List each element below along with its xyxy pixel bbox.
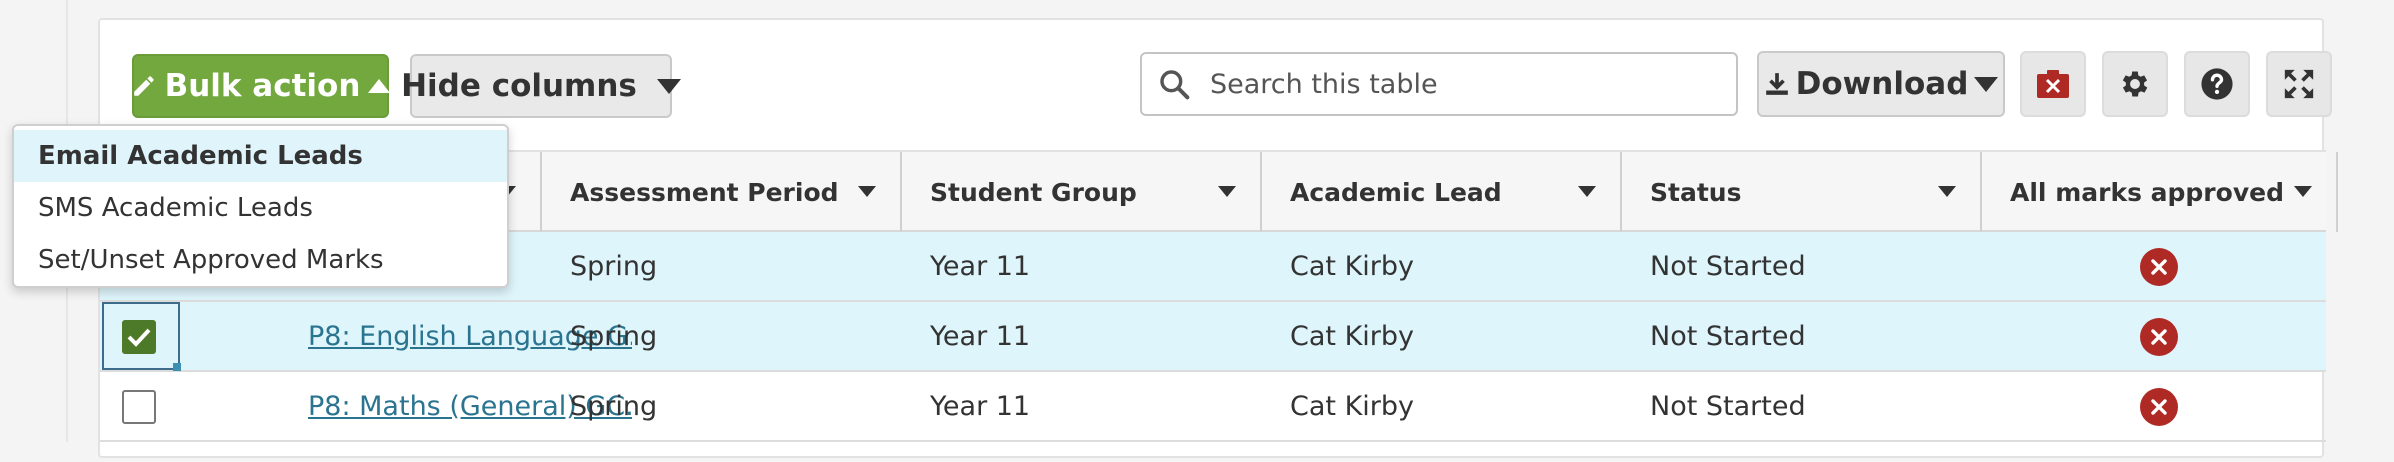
- bulk-action-button[interactable]: Bulk action: [131, 54, 391, 118]
- x-circle-icon: [2140, 248, 2178, 286]
- bulk-action-label: Bulk action: [164, 68, 361, 104]
- caret-up-icon: [368, 79, 391, 93]
- assessment-period-cell: Spring: [570, 390, 658, 422]
- student-group-cell: Year 11: [930, 250, 1031, 282]
- column-header-label: Academic Lead: [1290, 177, 1502, 207]
- student-group-cell: Year 11: [930, 390, 1031, 422]
- column-header-all-marks-approved[interactable]: All marks approved: [1982, 152, 2338, 232]
- table-row[interactable]: P8: English Language G... Spring Year 11…: [100, 302, 2326, 372]
- caret-down-icon: [1578, 186, 1596, 197]
- column-header-assessment-period[interactable]: Assessment Period: [542, 152, 902, 232]
- menu-item-sms-academic-leads[interactable]: SMS Academic Leads: [14, 182, 507, 234]
- x-circle-icon: [2140, 318, 2178, 356]
- checkmark-icon: [127, 327, 151, 347]
- search-icon: [1158, 68, 1190, 100]
- expand-icon: [2282, 67, 2316, 101]
- caret-down-icon: [1974, 76, 1999, 92]
- caret-down-icon: [1218, 186, 1236, 197]
- help-button[interactable]: [2184, 51, 2250, 117]
- academic-lead-cell: Cat Kirby: [1290, 390, 1414, 422]
- clear-filter-icon: [2036, 69, 2070, 99]
- menu-item-email-academic-leads[interactable]: Email Academic Leads: [14, 130, 507, 182]
- caret-down-icon: [656, 78, 681, 94]
- row-checkbox[interactable]: [122, 390, 156, 424]
- settings-button[interactable]: [2102, 51, 2168, 117]
- row-checkbox[interactable]: [122, 320, 156, 354]
- column-header-status[interactable]: Status: [1622, 152, 1982, 232]
- search-box[interactable]: [1140, 52, 1738, 116]
- column-header-student-group[interactable]: Student Group: [902, 152, 1262, 232]
- student-group-cell: Year 11: [930, 320, 1031, 352]
- download-button[interactable]: Download: [1757, 51, 2005, 117]
- pencil-icon: [131, 73, 157, 99]
- gear-icon: [2118, 67, 2152, 101]
- column-header-label: Student Group: [930, 177, 1137, 207]
- hide-columns-label: Hide columns: [401, 68, 637, 104]
- download-label: Download: [1795, 66, 1969, 102]
- menu-item-set-unset-approved-marks[interactable]: Set/Unset Approved Marks: [14, 234, 507, 286]
- column-header-label: Status: [1650, 177, 1742, 207]
- column-header-label: Assessment Period: [570, 177, 839, 207]
- column-header-academic-lead[interactable]: Academic Lead: [1262, 152, 1622, 232]
- academic-lead-cell: Cat Kirby: [1290, 320, 1414, 352]
- bulk-action-menu: Email Academic Leads SMS Academic Leads …: [12, 124, 509, 288]
- caret-down-icon: [858, 186, 876, 197]
- search-input[interactable]: [1208, 67, 1708, 101]
- column-header-label: All marks approved: [2010, 177, 2284, 207]
- caret-down-icon: [1938, 186, 1956, 197]
- x-circle-icon: [2140, 388, 2178, 426]
- fullscreen-button[interactable]: [2266, 51, 2332, 117]
- assessment-period-cell: Spring: [570, 250, 658, 282]
- caret-down-icon: [2294, 186, 2312, 197]
- status-cell: Not Started: [1650, 320, 1806, 352]
- academic-lead-cell: Cat Kirby: [1290, 250, 1414, 282]
- help-icon: [2200, 67, 2234, 101]
- hide-columns-button[interactable]: Hide columns: [401, 54, 681, 118]
- download-icon: [1764, 71, 1790, 97]
- status-cell: Not Started: [1650, 250, 1806, 282]
- table-row[interactable]: P8: Maths (General) GC... Spring Year 11…: [100, 372, 2326, 442]
- assessment-period-cell: Spring: [570, 320, 658, 352]
- clear-filters-button[interactable]: [2020, 51, 2086, 117]
- status-cell: Not Started: [1650, 390, 1806, 422]
